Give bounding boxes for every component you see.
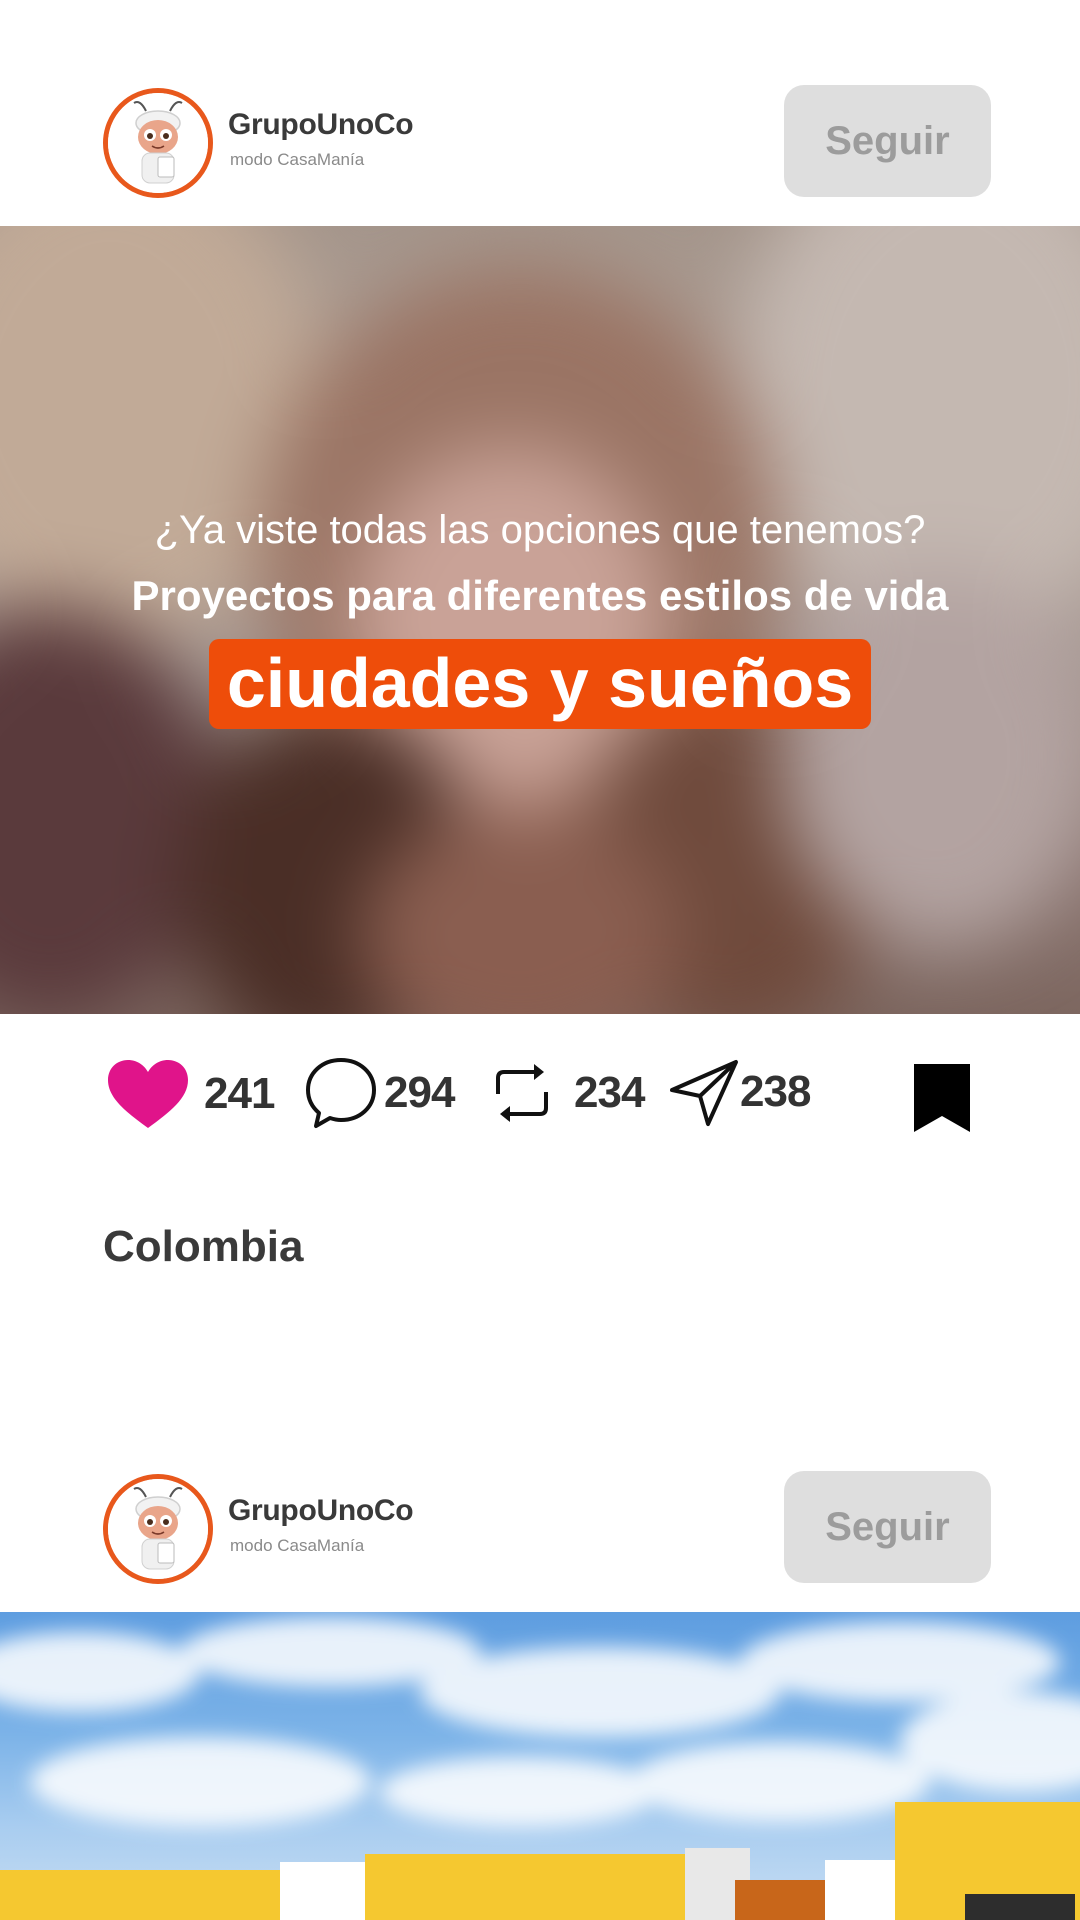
share-action[interactable]: 238 xyxy=(668,1056,811,1128)
comment-action[interactable]: 294 xyxy=(304,1056,455,1130)
post-actions: 241 294 234 238 xyxy=(0,1014,1080,1174)
avatar[interactable] xyxy=(103,88,213,198)
post-header: GrupoUnoCo modo CasaManía Seguir xyxy=(0,0,1080,226)
post-location: Colombia xyxy=(103,1222,304,1271)
blurred-photo-background xyxy=(0,226,1080,1014)
paper-plane-icon[interactable] xyxy=(668,1056,740,1128)
user-subtitle: modo CasaManía xyxy=(230,1536,365,1555)
repost-icon[interactable] xyxy=(492,1060,552,1126)
like-count: 241 xyxy=(204,1069,275,1118)
post-media[interactable] xyxy=(0,1612,1080,1920)
heart-icon[interactable] xyxy=(106,1058,190,1130)
like-action[interactable]: 241 xyxy=(106,1058,275,1130)
comment-count: 294 xyxy=(384,1068,455,1117)
avatar[interactable] xyxy=(103,1474,213,1584)
ant-mascot-icon xyxy=(108,93,208,193)
user-name[interactable]: GrupoUnoCo xyxy=(228,1494,414,1528)
overlay-question: ¿Ya viste todas las opciones que tenemos… xyxy=(154,508,926,552)
post-media[interactable]: ¿Ya viste todas las opciones que tenemos… xyxy=(0,226,1080,1014)
overlay-highlight: ciudades y sueños xyxy=(208,639,872,729)
follow-button[interactable]: Seguir xyxy=(784,85,991,197)
user-name[interactable]: GrupoUnoCo xyxy=(228,108,414,142)
ant-mascot-icon xyxy=(108,1479,208,1579)
overlay-highlight-wrap: ciudades y sueños xyxy=(0,639,1080,729)
user-subtitle: modo CasaManía xyxy=(230,150,365,169)
bookmark-icon[interactable] xyxy=(912,1062,972,1134)
share-count: 238 xyxy=(740,1067,811,1116)
overlay-headline: Proyectos para diferentes estilos de vid… xyxy=(131,572,949,619)
building-sky-photo xyxy=(0,1617,1080,1920)
comment-bubble-icon[interactable] xyxy=(304,1056,378,1130)
follow-button[interactable]: Seguir xyxy=(784,1471,991,1583)
post-header: GrupoUnoCo modo CasaManía Seguir xyxy=(0,1386,1080,1612)
repost-action[interactable]: 234 xyxy=(492,1060,645,1126)
repost-count: 234 xyxy=(574,1068,645,1117)
